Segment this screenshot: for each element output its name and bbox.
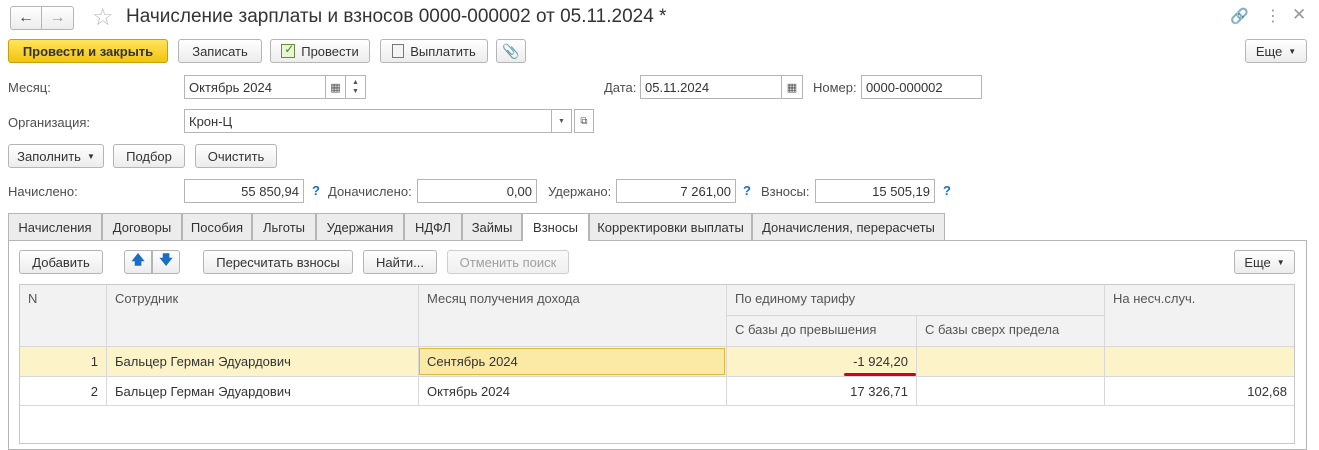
tab-payment-corrections[interactable]: Корректировки выплаты — [589, 213, 752, 240]
tab-ndfl[interactable]: НДФЛ — [404, 213, 462, 240]
date-field[interactable]: 05.11.2024 — [640, 75, 782, 99]
extra-accrued-label: Доначислено: — [328, 184, 412, 199]
fill-label: Заполнить — [17, 148, 81, 164]
header-income-month[interactable]: Месяц получения дохода — [427, 291, 580, 306]
forward-button[interactable]: → — [42, 6, 74, 30]
header-base-above[interactable]: С базы сверх предела — [925, 322, 1059, 337]
tab-benefits[interactable]: Пособия — [182, 213, 252, 240]
extra-accrued-field: 0,00 — [417, 179, 537, 203]
contributions-label: Взносы: — [761, 184, 810, 199]
tab-deductions[interactable]: Удержания — [316, 213, 404, 240]
tab-more-button[interactable]: Еще ▼ — [1234, 250, 1295, 274]
add-button[interactable]: Добавить — [19, 250, 103, 274]
header-employee[interactable]: Сотрудник — [115, 291, 178, 306]
calendar-icon: ▦ — [786, 81, 798, 94]
row1-base-below[interactable]: -1 924,20 — [727, 347, 908, 376]
move-up-button[interactable]: 🡅 — [124, 250, 152, 274]
number-field[interactable]: 0000-000002 — [861, 75, 982, 99]
arrow-right-icon: → — [49, 9, 66, 26]
header-n[interactable]: N — [28, 291, 37, 306]
recalculate-contributions-button[interactable]: Пересчитать взносы — [203, 250, 353, 274]
dropdown-arrow-icon: ▼ — [86, 151, 95, 161]
dropdown-arrow-icon: ▼ — [558, 117, 565, 125]
value-underline — [844, 373, 916, 376]
accrued-help-icon[interactable]: ? — [312, 183, 320, 198]
find-button[interactable]: Найти... — [363, 250, 437, 274]
link-icon[interactable]: 🔗 — [1230, 7, 1249, 25]
row2-base-above[interactable] — [917, 377, 1097, 405]
post-button[interactable]: ✓ Провести — [270, 39, 370, 63]
pay-label: Выплатить — [410, 43, 476, 59]
back-button[interactable]: ← — [10, 6, 42, 30]
row1-base-above[interactable] — [917, 347, 1097, 376]
stepper-down-icon: ▼ — [352, 88, 359, 95]
month-calendar-button[interactable]: ▦ — [326, 75, 346, 99]
row2-base-below[interactable]: 17 326,71 — [727, 377, 908, 405]
window-title: Начисление зарплаты и взносов 0000-00000… — [126, 6, 667, 27]
header-single-tariff[interactable]: По единому тарифу — [735, 291, 855, 306]
header-accident[interactable]: На несч.случ. — [1113, 291, 1195, 306]
tab-more-label: Еще — [1244, 254, 1271, 270]
fill-button[interactable]: Заполнить ▼ — [8, 144, 104, 168]
tab-contracts[interactable]: Договоры — [102, 213, 182, 240]
date-calendar-button[interactable]: ▦ — [782, 75, 803, 99]
tab-contributions[interactable]: Взносы — [522, 213, 589, 241]
row2-month[interactable]: Октябрь 2024 — [427, 377, 510, 405]
row1-month[interactable]: Сентябрь 2024 — [419, 348, 725, 375]
row1-employee[interactable]: Бальцер Герман Эдуардович — [115, 347, 291, 376]
arrow-up-icon: 🡅 — [131, 252, 145, 267]
row1-n: 1 — [90, 354, 98, 369]
contributions-help-icon[interactable]: ? — [943, 183, 951, 198]
month-stepper[interactable]: ▲ ▼ — [346, 75, 366, 99]
post-and-close-button[interactable]: Провести и закрыть — [8, 39, 168, 63]
more-label: Еще — [1255, 43, 1283, 59]
row2-n: 2 — [90, 383, 98, 399]
organization-field[interactable]: Крон-Ц — [184, 109, 552, 133]
calendar-icon: ▦ — [330, 81, 341, 94]
organization-dropdown-button[interactable]: ▼ — [552, 109, 572, 133]
accrued-field: 55 850,94 — [184, 179, 304, 203]
row2-employee[interactable]: Бальцер Герман Эдуардович — [115, 377, 291, 405]
clear-button[interactable]: Очистить — [195, 144, 277, 168]
dropdown-arrow-icon: ▼ — [1276, 257, 1285, 267]
favorite-star-icon[interactable]: ☆ — [92, 3, 114, 32]
paperclip-icon: 📎 — [502, 42, 520, 59]
more-vertical-icon[interactable]: ⋮ — [1265, 6, 1281, 26]
save-button[interactable]: Записать — [178, 39, 262, 63]
number-label: Номер: — [813, 80, 857, 95]
organization-label: Организация: — [8, 115, 91, 130]
tab-recalculations[interactable]: Доначисления, перерасчеты — [752, 213, 945, 240]
more-button[interactable]: Еще ▼ — [1245, 39, 1307, 63]
post-label: Провести — [301, 43, 359, 59]
date-label: Дата: — [604, 80, 637, 95]
arrow-left-icon: ← — [18, 9, 34, 26]
contributions-table: N Сотрудник Месяц получения дохода По ед… — [19, 284, 1295, 444]
arrow-down-icon: 🡇 — [159, 252, 173, 267]
row2-accident[interactable]: 102,68 — [1105, 377, 1287, 405]
row1-accident[interactable] — [1105, 347, 1287, 376]
move-down-button[interactable]: 🡇 — [152, 250, 180, 274]
select-button[interactable]: Подбор — [113, 144, 185, 168]
tab-privileges[interactable]: Льготы — [252, 213, 316, 240]
stepper-up-icon: ▲ — [352, 79, 359, 86]
close-icon[interactable]: ✕ — [1292, 5, 1306, 25]
withheld-help-icon[interactable]: ? — [743, 183, 751, 198]
contributions-field: 15 505,19 — [815, 179, 935, 203]
month-field[interactable]: Октябрь 2024 — [184, 75, 326, 99]
pay-button[interactable]: Выплатить — [380, 39, 488, 63]
withheld-label: Удержано: — [548, 184, 612, 199]
header-base-below[interactable]: С базы до превышения — [735, 322, 876, 337]
withheld-field: 7 261,00 — [616, 179, 736, 203]
post-icon: ✓ — [281, 42, 296, 58]
open-icon: ⧉ — [580, 115, 588, 127]
accrued-label: Начислено: — [8, 184, 78, 199]
tab-accruals[interactable]: Начисления — [8, 213, 102, 240]
tab-loans[interactable]: Займы — [462, 213, 522, 240]
organization-open-button[interactable]: ⧉ — [574, 109, 594, 133]
attach-button[interactable]: 📎 — [496, 39, 526, 63]
cancel-search-button[interactable]: Отменить поиск — [447, 250, 569, 274]
month-label: Месяц: — [8, 80, 51, 95]
dropdown-arrow-icon: ▼ — [1288, 46, 1297, 56]
pay-icon — [392, 44, 405, 58]
